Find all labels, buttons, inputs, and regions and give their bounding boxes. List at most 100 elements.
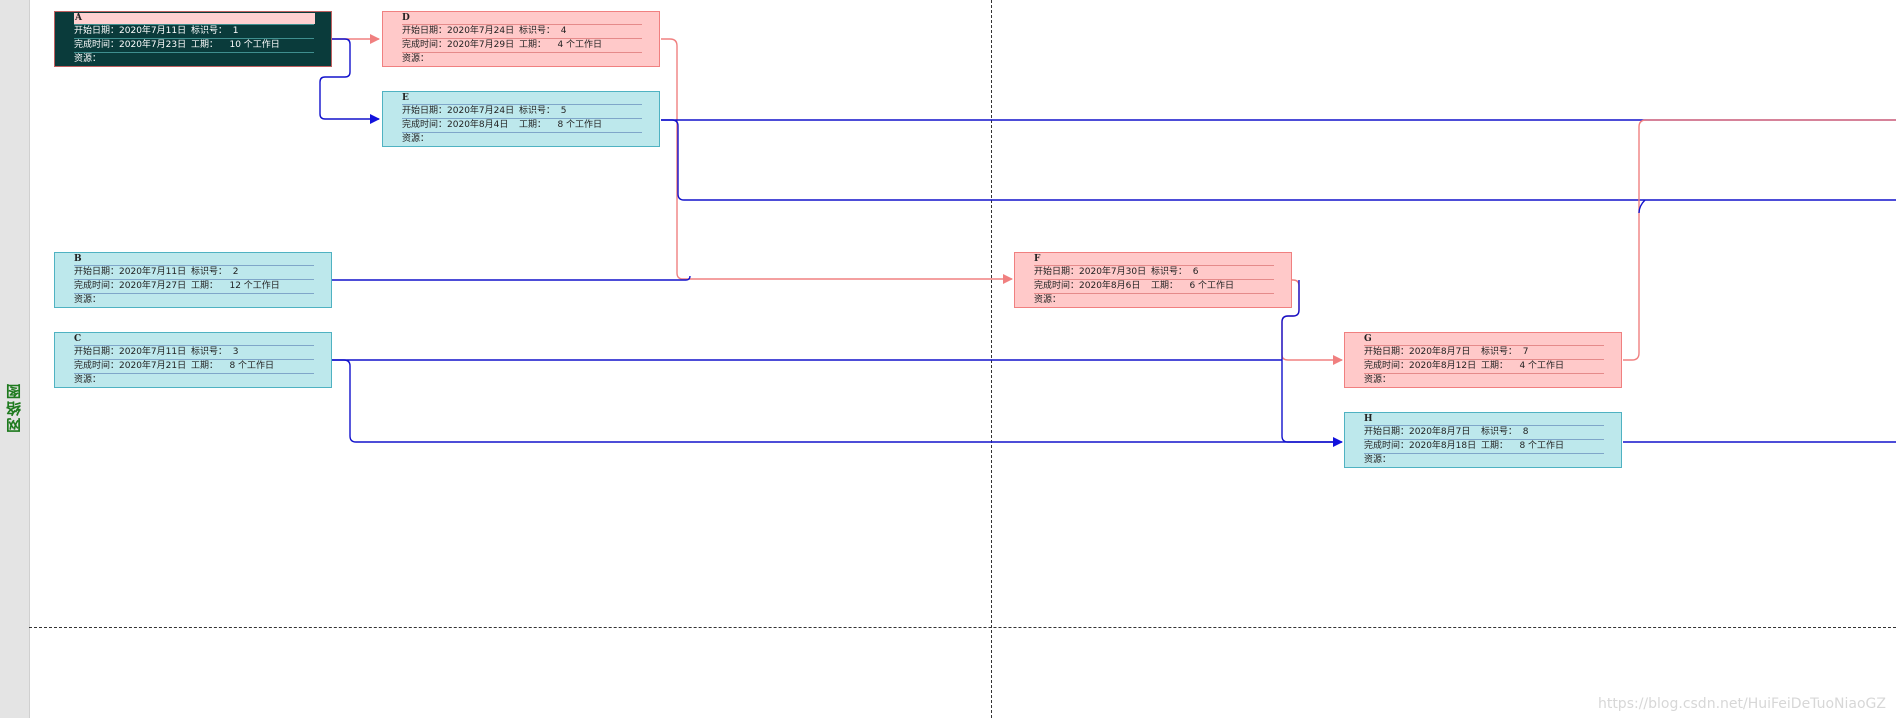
- resource-label: 资源：: [74, 295, 102, 305]
- duration-value: 6 个工作日: [1189, 281, 1235, 291]
- task-id: 1: [232, 26, 239, 36]
- start-row: 开始日期：2020年7月11日 标识号： 1: [74, 25, 314, 38]
- start-label: 开始日期：: [402, 106, 448, 116]
- task-name: B: [74, 254, 82, 264]
- duration-value: 8 个工作日: [557, 120, 603, 130]
- finish-row: 完成时间：2020年7月23日 工期： 10 个工作日: [74, 39, 314, 52]
- finish-row: 完成时间：2020年8月6日 工期： 6 个工作日: [1034, 280, 1274, 293]
- resource-label: 资源：: [1364, 455, 1392, 465]
- id-label: 标识号：: [191, 26, 228, 36]
- resource-row: 资源：: [402, 133, 642, 146]
- duration-value: 8 个工作日: [229, 361, 275, 371]
- start-label: 开始日期：: [1364, 347, 1410, 357]
- start-date: 2020年7月11日: [119, 267, 187, 277]
- link-cross: [1638, 199, 1646, 214]
- duration-label: 工期：: [191, 281, 219, 291]
- duration-label: 工期：: [1151, 281, 1179, 291]
- link-g-right: [1623, 119, 1896, 361]
- resource-row: 资源：: [402, 53, 642, 66]
- start-date: 2020年8月7日: [1409, 347, 1471, 357]
- duration-label: 工期：: [191, 361, 219, 371]
- finish-row: 完成时间：2020年7月29日 工期： 4 个工作日: [402, 39, 642, 52]
- link-e-down: [661, 119, 1896, 201]
- resource-row: 资源：: [1364, 374, 1604, 387]
- start-date: 2020年8月7日: [1409, 427, 1471, 437]
- start-label: 开始日期：: [1034, 267, 1080, 277]
- finish-date: 2020年8月18日: [1409, 441, 1477, 451]
- duration-value: 4 个工作日: [557, 40, 603, 50]
- task-name: C: [74, 334, 82, 344]
- finish-row: 完成时间：2020年7月27日 工期： 12 个工作日: [74, 280, 314, 293]
- finish-label: 完成时间：: [1034, 281, 1080, 291]
- task-name: D: [402, 13, 410, 23]
- watermark: https://blog.csdn.net/HuiFeiDeTuoNiaoGZ: [1597, 696, 1886, 712]
- task-name: H: [1364, 414, 1373, 424]
- resource-row: 资源：: [74, 294, 314, 307]
- finish-date: 2020年7月27日: [119, 281, 187, 291]
- task-node-d[interactable]: D 开始日期：2020年7月24日 标识号： 4 完成时间：2020年7月29日 工期：…: [382, 11, 660, 67]
- start-row: 开始日期：2020年7月11日 标识号： 3: [74, 346, 314, 359]
- start-row: 开始日期：2020年7月24日 标识号： 4: [402, 25, 642, 38]
- resource-label: 资源：: [1034, 295, 1062, 305]
- finish-label: 完成时间：: [402, 120, 448, 130]
- task-node-g[interactable]: G 开始日期：2020年8月7日 标识号： 7 完成时间：2020年8月12日 工期： …: [1344, 332, 1622, 388]
- finish-row: 完成时间：2020年8月4日 工期： 8 个工作日: [402, 119, 642, 132]
- id-label: 标识号：: [191, 347, 228, 357]
- resource-label: 资源：: [402, 54, 430, 64]
- finish-label: 完成时间：: [1364, 441, 1410, 451]
- task-node-f[interactable]: F 开始日期：2020年7月30日 标识号： 6 完成时间：2020年8月6日 工期： …: [1014, 252, 1292, 308]
- resource-label: 资源：: [402, 134, 430, 144]
- start-row: 开始日期：2020年7月30日 标识号： 6: [1034, 266, 1274, 279]
- finish-label: 完成时间：: [74, 361, 120, 371]
- task-node-a[interactable]: A 开始日期：2020年7月11日 标识号： 1 完成时间：2020年7月23日 工期：…: [54, 11, 332, 67]
- finish-label: 完成时间：: [402, 40, 448, 50]
- start-date: 2020年7月30日: [1079, 267, 1147, 277]
- resource-row: 资源：: [1034, 294, 1274, 307]
- finish-row: 完成时间：2020年8月12日 工期： 4 个工作日: [1364, 360, 1604, 373]
- finish-date: 2020年8月12日: [1409, 361, 1477, 371]
- finish-label: 完成时间：: [74, 281, 120, 291]
- finish-row: 完成时间：2020年8月18日 工期： 8 个工作日: [1364, 440, 1604, 453]
- task-node-c[interactable]: C 开始日期：2020年7月11日 标识号： 3 完成时间：2020年7月21日 工期：…: [54, 332, 332, 388]
- start-label: 开始日期：: [74, 267, 120, 277]
- task-id: 2: [232, 267, 239, 277]
- task-id: 3: [232, 347, 239, 357]
- resource-label: 资源：: [74, 375, 102, 385]
- start-date: 2020年7月24日: [447, 106, 515, 116]
- start-label: 开始日期：: [74, 347, 120, 357]
- finish-date: 2020年7月29日: [447, 40, 515, 50]
- start-label: 开始日期：: [1364, 427, 1410, 437]
- resource-row: 资源：: [74, 374, 314, 387]
- task-name: G: [1364, 334, 1372, 344]
- duration-label: 工期：: [1481, 441, 1509, 451]
- link-d-f: [661, 38, 1013, 284]
- task-node-b[interactable]: B 开始日期：2020年7月11日 标识号： 2 完成时间：2020年7月27日 工期：…: [54, 252, 332, 308]
- link-c-h: [332, 359, 1336, 443]
- task-id: 8: [1522, 427, 1529, 437]
- id-label: 标识号：: [1481, 347, 1518, 357]
- start-date: 2020年7月24日: [447, 26, 515, 36]
- id-label: 标识号：: [519, 106, 556, 116]
- duration-label: 工期：: [519, 40, 547, 50]
- start-label: 开始日期：: [402, 26, 448, 36]
- task-name: A: [74, 13, 315, 24]
- finish-label: 完成时间：: [74, 40, 120, 50]
- finish-date: 2020年7月23日: [119, 40, 187, 50]
- id-label: 标识号：: [1151, 267, 1188, 277]
- task-id: 6: [1192, 267, 1199, 277]
- duration-value: 4 个工作日: [1519, 361, 1565, 371]
- finish-date: 2020年7月21日: [119, 361, 187, 371]
- finish-row: 完成时间：2020年7月21日 工期： 8 个工作日: [74, 360, 314, 373]
- task-node-e[interactable]: E 开始日期：2020年7月24日 标识号： 5 完成时间：2020年8月4日 工期： …: [382, 91, 660, 147]
- start-row: 开始日期：2020年8月7日 标识号： 8: [1364, 426, 1604, 439]
- link-b-f: [332, 275, 691, 281]
- start-row: 开始日期：2020年8月7日 标识号： 7: [1364, 346, 1604, 359]
- finish-date: 2020年8月6日: [1079, 281, 1141, 291]
- network-diagram-canvas[interactable]: A 开始日期：2020年7月11日 标识号： 1 完成时间：2020年7月23日 工期：…: [0, 0, 1896, 718]
- id-label: 标识号：: [1481, 427, 1518, 437]
- task-node-h[interactable]: H 开始日期：2020年8月7日 标识号： 8 完成时间：2020年8月18日 工期： …: [1344, 412, 1622, 468]
- start-label: 开始日期：: [74, 26, 120, 36]
- duration-value: 8 个工作日: [1519, 441, 1565, 451]
- start-date: 2020年7月11日: [119, 347, 187, 357]
- finish-label: 完成时间：: [1364, 361, 1410, 371]
